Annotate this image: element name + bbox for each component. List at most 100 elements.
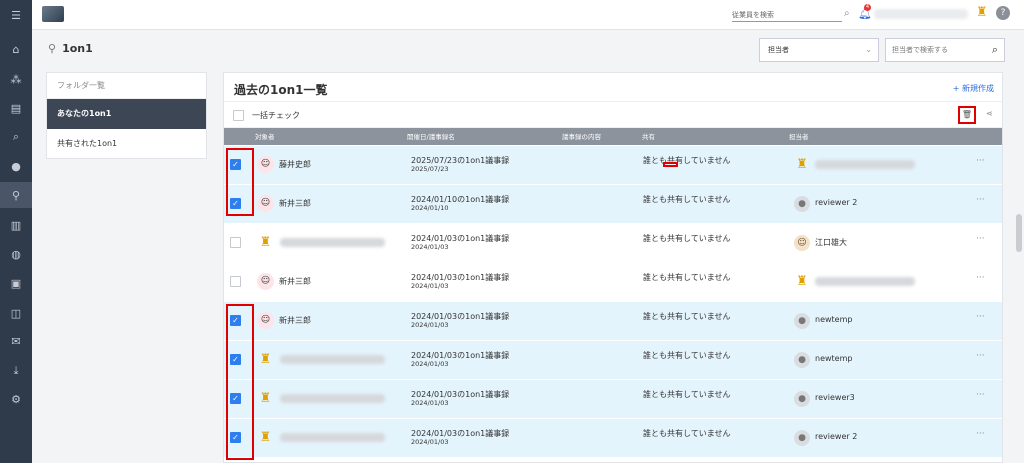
row-menu-icon[interactable]: ···: [976, 312, 985, 322]
target-name-blurred: [280, 238, 385, 247]
search-icon[interactable]: ⌕: [844, 8, 850, 19]
row-menu-icon[interactable]: ···: [976, 234, 985, 244]
search-icon[interactable]: ⌕: [992, 39, 998, 61]
owner-name: reviewer 2: [815, 198, 858, 207]
meeting-date: 2024/01/03: [411, 399, 449, 407]
target-avatar: ☺: [257, 312, 274, 329]
meeting-date: 2024/01/03: [411, 243, 449, 251]
user-avatar[interactable]: ♜: [976, 5, 990, 23]
meeting-date: 2024/01/03: [411, 438, 449, 446]
row-menu-icon[interactable]: ···: [976, 156, 985, 166]
download-icon[interactable]: ⤓: [0, 358, 32, 384]
owner-name: newtemp: [815, 315, 853, 324]
row-checkbox[interactable]: [230, 237, 241, 248]
meeting-date: 2024/01/03: [411, 282, 449, 290]
target-name-blurred: [280, 394, 385, 403]
owner-avatar: ●: [794, 352, 810, 368]
org-icon[interactable]: ⁂: [0, 66, 32, 92]
col-target: 対象者: [255, 133, 275, 141]
page-title: ⚲ 1on1: [48, 42, 93, 55]
target-name: 新井三郎: [279, 277, 311, 286]
globe-icon[interactable]: ◍: [0, 241, 32, 267]
link-icon[interactable]: ⚲: [0, 182, 32, 208]
page-header: ⚲ 1on1 担当者 ⌄ 担当者で検索する ⌕: [32, 30, 1024, 70]
link-icon: ⚲: [48, 42, 57, 55]
row-menu-icon[interactable]: ···: [976, 273, 985, 283]
folder-panel: フォルダ一覧 あなたの1on1 共有された1on1: [46, 72, 207, 159]
table-row[interactable]: ✓ ☺ 新井三郎 2024/01/03の1on1議事録 2024/01/03 誰とも共有し…: [224, 302, 1002, 341]
employee-search-input[interactable]: 従業員を検索: [732, 8, 842, 22]
trash-icon[interactable]: 🗑︎: [958, 106, 976, 124]
new-create-button[interactable]: + 新規作成: [953, 83, 994, 94]
col-owner: 担当者: [789, 133, 809, 141]
table-row[interactable]: ✓ ☺ 新井三郎 2024/01/10の1on1議事録 2024/01/10 誰とも共有し…: [224, 185, 1002, 224]
target-name: 藤井史郎: [279, 160, 311, 169]
table-row[interactable]: ✓ ♜ 2024/01/03の1on1議事録 2024/01/03 誰とも共有していませ…: [224, 380, 1002, 419]
scrollbar[interactable]: [1016, 214, 1022, 252]
account-name-blurred[interactable]: [874, 9, 968, 19]
folder-item-shared[interactable]: 共有された1on1: [47, 129, 206, 159]
row-menu-icon[interactable]: ···: [976, 390, 985, 400]
table-row[interactable]: ☺ 新井三郎 2024/01/03の1on1議事録 2024/01/03 誰とも共有して…: [224, 263, 1002, 302]
chart-icon[interactable]: ▥: [0, 212, 32, 238]
book-icon[interactable]: ◫: [0, 300, 32, 326]
chevron-down-icon: ⌄: [865, 45, 872, 54]
table-header: 対象者 開催日/議事録名 議事録の内容 共有 担当者: [224, 128, 1002, 145]
meeting-date: 2024/01/03: [411, 360, 449, 368]
owner-filter-select[interactable]: 担当者 ⌄: [759, 38, 879, 62]
past-1on1-list: 過去の1on1一覧 + 新規作成 一括チェック 🗑︎ ⋖ 対象者 開催日/議事録…: [223, 72, 1003, 463]
left-navigation: ☰ ⌂ ⁂ ▤ ⌕ ● ⚲ ▥ ◍ ▣ ◫ ✉ ⤓ ⚙: [0, 0, 32, 463]
col-date: 開催日/議事録名: [407, 133, 455, 141]
target-name-blurred: [280, 355, 385, 364]
list-title: 過去の1on1一覧: [234, 83, 328, 97]
col-sharing: 共有: [642, 133, 655, 141]
owner-name: 江口雄大: [815, 238, 847, 247]
meeting-date: 2025/07/23: [411, 165, 449, 173]
target-avatar: ☺: [257, 156, 274, 173]
owner-avatar: ●: [794, 196, 810, 212]
sharing-status: 誰とも共有していません: [643, 429, 731, 438]
meeting-date: 2024/01/10: [411, 204, 449, 212]
folder-item-mine[interactable]: あなたの1on1: [47, 99, 206, 129]
target-name: 新井三郎: [279, 199, 311, 208]
highlight-mark-sharing: [663, 162, 678, 167]
row-menu-icon[interactable]: ···: [976, 195, 985, 205]
mail-icon[interactable]: ✉: [0, 328, 32, 354]
owner-search-input[interactable]: 担当者で検索する ⌕: [885, 38, 1005, 62]
sharing-status: 誰とも共有していません: [643, 390, 731, 399]
sharing-status: 誰とも共有していません: [643, 195, 731, 204]
chat-icon[interactable]: ●: [0, 153, 32, 179]
owner-name-blurred: [815, 160, 915, 169]
home-icon[interactable]: ⌂: [0, 36, 32, 62]
row-menu-icon[interactable]: ···: [976, 351, 985, 361]
table-row[interactable]: ✓ ♜ 2024/01/03の1on1議事録 2024/01/03 誰とも共有していませ…: [224, 419, 1002, 458]
menu-icon[interactable]: ☰: [0, 2, 32, 28]
page-title-text: 1on1: [62, 42, 93, 55]
target-name-blurred: [280, 433, 385, 442]
table-row[interactable]: ♜ 2024/01/03の1on1議事録 2024/01/03 誰とも共有していません…: [224, 224, 1002, 263]
owner-search-placeholder: 担当者で検索する: [892, 46, 948, 54]
table-row[interactable]: ✓ ☺ 藤井史郎 2025/07/23の1on1議事録 2025/07/23 誰とも共有し…: [224, 146, 1002, 185]
table-row[interactable]: ✓ ♜ 2024/01/03の1on1議事録 2024/01/03 誰とも共有していませ…: [224, 341, 1002, 380]
search-icon[interactable]: ⌕: [0, 124, 32, 150]
document-icon[interactable]: ▤: [0, 95, 32, 121]
owner-name: reviewer 2: [815, 432, 858, 441]
owner-avatar: ♜: [796, 274, 808, 289]
help-icon[interactable]: ?: [996, 6, 1010, 20]
target-name: 新井三郎: [279, 316, 311, 325]
id-card-icon[interactable]: ▣: [0, 270, 32, 296]
row-checkbox[interactable]: [230, 276, 241, 287]
owner-name: newtemp: [815, 354, 853, 363]
company-logo[interactable]: [42, 6, 64, 22]
meeting-date: 2024/01/03: [411, 321, 449, 329]
notification-badge: 4: [864, 4, 871, 11]
sharing-status: 誰とも共有していません: [643, 351, 731, 360]
share-icon[interactable]: ⋖: [986, 109, 993, 118]
owner-avatar: ☺: [794, 235, 810, 251]
owner-filter-label: 担当者: [768, 46, 789, 54]
sharing-status: 誰とも共有していません: [643, 273, 731, 282]
owner-avatar: ●: [794, 313, 810, 329]
row-menu-icon[interactable]: ···: [976, 429, 985, 439]
user-settings-icon[interactable]: ⚙: [0, 386, 32, 412]
bulk-check-checkbox[interactable]: [233, 110, 244, 121]
